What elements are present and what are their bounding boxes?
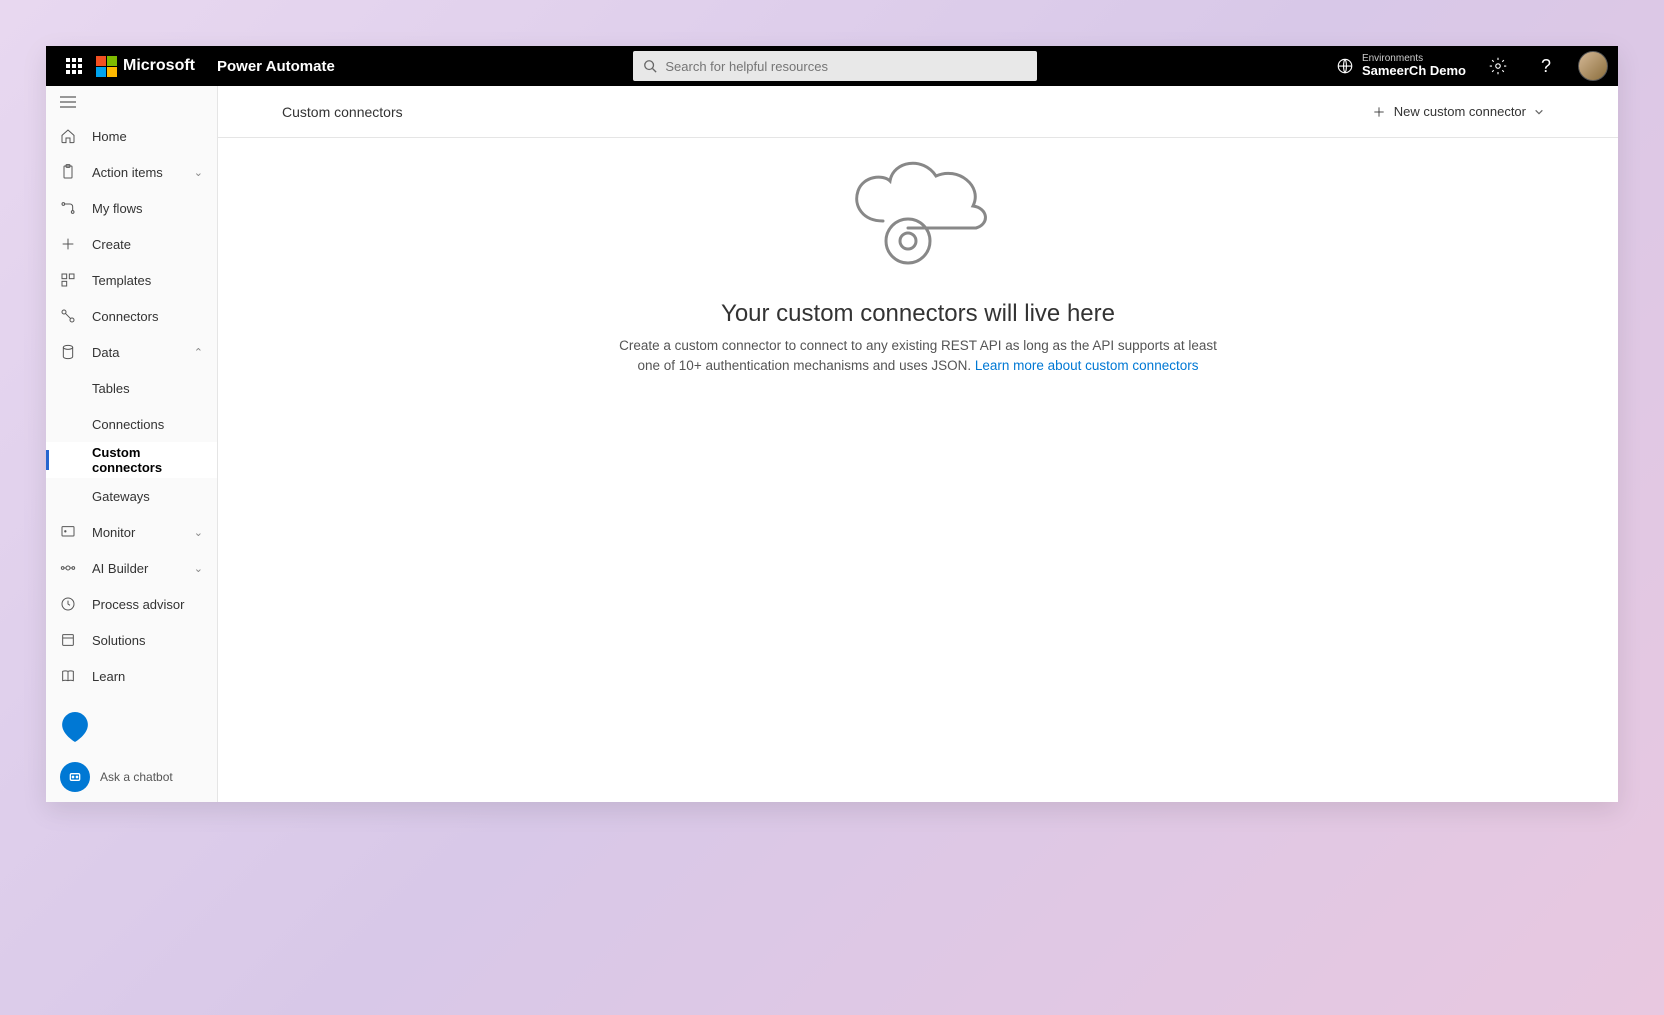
- search-wrap: [335, 51, 1336, 81]
- solutions-icon: [60, 632, 76, 648]
- sidebar-item-label: Process advisor: [92, 597, 184, 612]
- top-right-controls: Environments SameerCh Demo ?: [1336, 50, 1608, 82]
- sidebar-item-data[interactable]: Data ⌃: [46, 334, 217, 370]
- chevron-down-icon: ⌄: [194, 166, 203, 179]
- flow-icon: [60, 200, 76, 216]
- sidebar-item-label: AI Builder: [92, 561, 148, 576]
- environment-switcher[interactable]: Environments SameerCh Demo: [1336, 53, 1466, 78]
- command-bar: Custom connectors New custom connector: [218, 86, 1618, 138]
- cloud-connector-icon: [838, 146, 998, 276]
- empty-state: Your custom connectors will live here Cr…: [218, 138, 1618, 802]
- top-bar: Microsoft Power Automate Environments Sa…: [46, 46, 1618, 86]
- learn-more-link[interactable]: Learn more about custom connectors: [975, 358, 1199, 373]
- sidebar-item-connectors[interactable]: Connectors: [46, 298, 217, 334]
- search-box[interactable]: [633, 51, 1037, 81]
- sidebar-item-action-items[interactable]: Action items ⌄: [46, 154, 217, 190]
- sidebar-item-label: Solutions: [92, 633, 145, 648]
- sidebar-item-monitor[interactable]: Monitor ⌄: [46, 514, 217, 550]
- sidebar-item-process-advisor[interactable]: Process advisor: [46, 586, 217, 622]
- sidebar-item-label: Connections: [92, 417, 164, 432]
- sidebar-item-label: Create: [92, 237, 131, 252]
- sidebar-collapse-button[interactable]: [46, 86, 217, 118]
- empty-state-description: Create a custom connector to connect to …: [608, 336, 1228, 377]
- app-window: Microsoft Power Automate Environments Sa…: [46, 46, 1618, 802]
- search-input[interactable]: [665, 59, 1027, 74]
- sidebar-item-label: Learn: [92, 669, 125, 684]
- sidebar-item-label: Data: [92, 345, 119, 360]
- sidebar-item-solutions[interactable]: Solutions: [46, 622, 217, 658]
- app-name: Power Automate: [217, 58, 335, 75]
- sidebar-item-ai-builder[interactable]: AI Builder ⌄: [46, 550, 217, 586]
- waffle-icon: [66, 58, 82, 74]
- sidebar-item-label: Monitor: [92, 525, 135, 540]
- app-launcher-button[interactable]: [56, 48, 92, 84]
- hamburger-icon: [60, 96, 76, 108]
- sidebar-item-connections[interactable]: Connections: [46, 406, 217, 442]
- sidebar-item-label: Gateways: [92, 489, 150, 504]
- monitor-icon: [60, 524, 76, 540]
- sidebar-item-label: Home: [92, 129, 127, 144]
- gear-icon: [1489, 57, 1507, 75]
- chevron-up-icon: ⌃: [194, 346, 203, 359]
- templates-icon: [60, 272, 76, 288]
- sidebar-item-create[interactable]: Create: [46, 226, 217, 262]
- settings-button[interactable]: [1482, 50, 1514, 82]
- sidebar-item-gateways[interactable]: Gateways: [46, 478, 217, 514]
- new-button-label: New custom connector: [1394, 104, 1526, 119]
- environment-name: SameerCh Demo: [1362, 64, 1466, 78]
- sidebar-item-label: Templates: [92, 273, 151, 288]
- chevron-down-icon: ⌄: [194, 562, 203, 575]
- sidebar-item-my-flows[interactable]: My flows: [46, 190, 217, 226]
- sidebar-item-label: Tables: [92, 381, 130, 396]
- sidebar-item-label: Custom connectors: [92, 445, 203, 475]
- new-custom-connector-button[interactable]: New custom connector: [1362, 98, 1554, 125]
- sidebar-item-label: Connectors: [92, 309, 158, 324]
- chevron-down-icon: [1534, 107, 1544, 117]
- page-title: Custom connectors: [282, 104, 403, 120]
- clipboard-icon: [60, 164, 76, 180]
- plus-icon: [60, 236, 76, 252]
- chatbot-label: Ask a chatbot: [100, 770, 173, 784]
- sidebar-item-custom-connectors[interactable]: Custom connectors: [46, 442, 217, 478]
- sidebar-item-label: Action items: [92, 165, 163, 180]
- process-icon: [60, 596, 76, 612]
- connectors-icon: [60, 308, 76, 324]
- empty-state-title: Your custom connectors will live here: [721, 300, 1115, 328]
- sidebar-item-templates[interactable]: Templates: [46, 262, 217, 298]
- chatbot-button[interactable]: Ask a chatbot: [46, 752, 217, 802]
- ai-icon: [60, 560, 76, 576]
- book-icon: [60, 668, 76, 684]
- location-pin-icon[interactable]: [60, 712, 90, 742]
- database-icon: [60, 344, 76, 360]
- sidebar-item-tables[interactable]: Tables: [46, 370, 217, 406]
- home-icon: [60, 128, 76, 144]
- user-avatar[interactable]: [1578, 51, 1608, 81]
- sidebar-item-learn[interactable]: Learn: [46, 658, 217, 694]
- chatbot-icon: [60, 762, 90, 792]
- sidebar-item-label: My flows: [92, 201, 143, 216]
- sidebar-item-home[interactable]: Home: [46, 118, 217, 154]
- chevron-down-icon: ⌄: [194, 526, 203, 539]
- main-content: Custom connectors New custom connector Y…: [218, 86, 1618, 802]
- environment-icon: [1336, 57, 1354, 75]
- brand-text: Microsoft: [123, 57, 195, 75]
- help-icon: ?: [1541, 56, 1551, 77]
- plus-icon: [1372, 105, 1386, 119]
- help-button[interactable]: ?: [1530, 50, 1562, 82]
- body: Home Action items ⌄ My flows Create: [46, 86, 1618, 802]
- nav-list: Home Action items ⌄ My flows Create: [46, 118, 217, 752]
- search-icon: [643, 59, 657, 73]
- microsoft-logo-icon: [96, 56, 117, 77]
- microsoft-logo: Microsoft: [96, 56, 195, 77]
- sidebar: Home Action items ⌄ My flows Create: [46, 86, 218, 802]
